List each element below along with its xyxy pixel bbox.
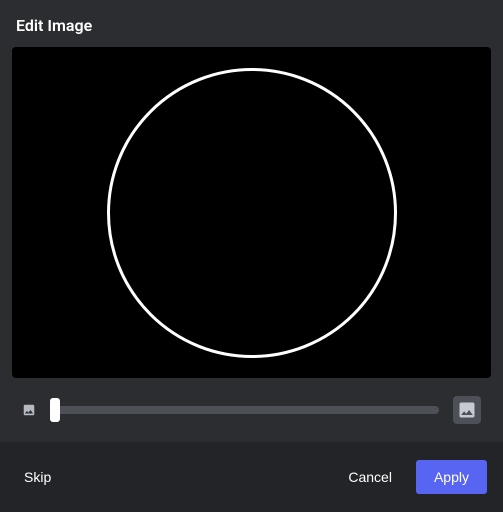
dialog-title: Edit Image <box>16 16 487 35</box>
skip-button[interactable]: Skip <box>16 465 59 489</box>
crop-circle[interactable] <box>107 68 397 358</box>
apply-button[interactable]: Apply <box>416 460 487 494</box>
zoom-slider[interactable] <box>50 406 439 414</box>
cancel-button[interactable]: Cancel <box>332 461 408 493</box>
zoom-slider-thumb[interactable] <box>50 398 60 422</box>
image-large-icon <box>453 396 481 424</box>
image-preview-area[interactable] <box>12 47 491 378</box>
dialog-footer: Skip Cancel Apply <box>0 442 503 512</box>
footer-actions: Cancel Apply <box>332 460 487 494</box>
zoom-controls <box>0 378 503 442</box>
image-small-icon <box>22 403 36 417</box>
dialog-header: Edit Image <box>0 0 503 47</box>
crop-overlay <box>12 47 491 378</box>
